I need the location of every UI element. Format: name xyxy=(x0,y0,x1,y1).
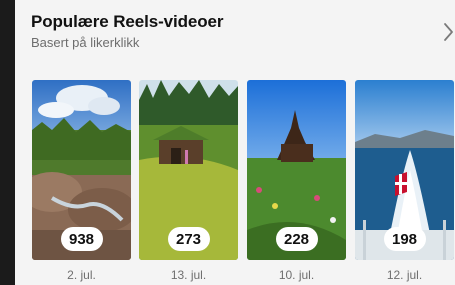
like-count-badge: 198 xyxy=(383,227,426,251)
like-count-badge: 938 xyxy=(60,227,103,251)
reel-date: 2. jul. xyxy=(67,268,96,282)
reel-date: 13. jul. xyxy=(170,268,207,282)
reel-thumbnail[interactable]: 228 xyxy=(247,80,346,260)
reel-date: 10. jul. xyxy=(278,268,315,282)
like-count-badge: 273 xyxy=(167,227,210,251)
reel-thumbnail[interactable]: 273 xyxy=(139,80,238,260)
reel-date: 12. jul. xyxy=(386,268,423,282)
popular-reels-card: Populære Reels-videoer Basert på likerkl… xyxy=(15,0,455,285)
section-title: Populære Reels-videoer xyxy=(31,12,224,31)
reel-thumbnail[interactable]: 198 xyxy=(355,80,454,260)
left-edge-panel xyxy=(0,0,15,285)
reel-thumbnail[interactable]: 938 xyxy=(32,80,131,260)
section-subtitle: Basert på likerklikk xyxy=(31,35,140,50)
like-count-badge: 228 xyxy=(275,227,318,251)
chevron-right-icon[interactable] xyxy=(443,22,455,42)
